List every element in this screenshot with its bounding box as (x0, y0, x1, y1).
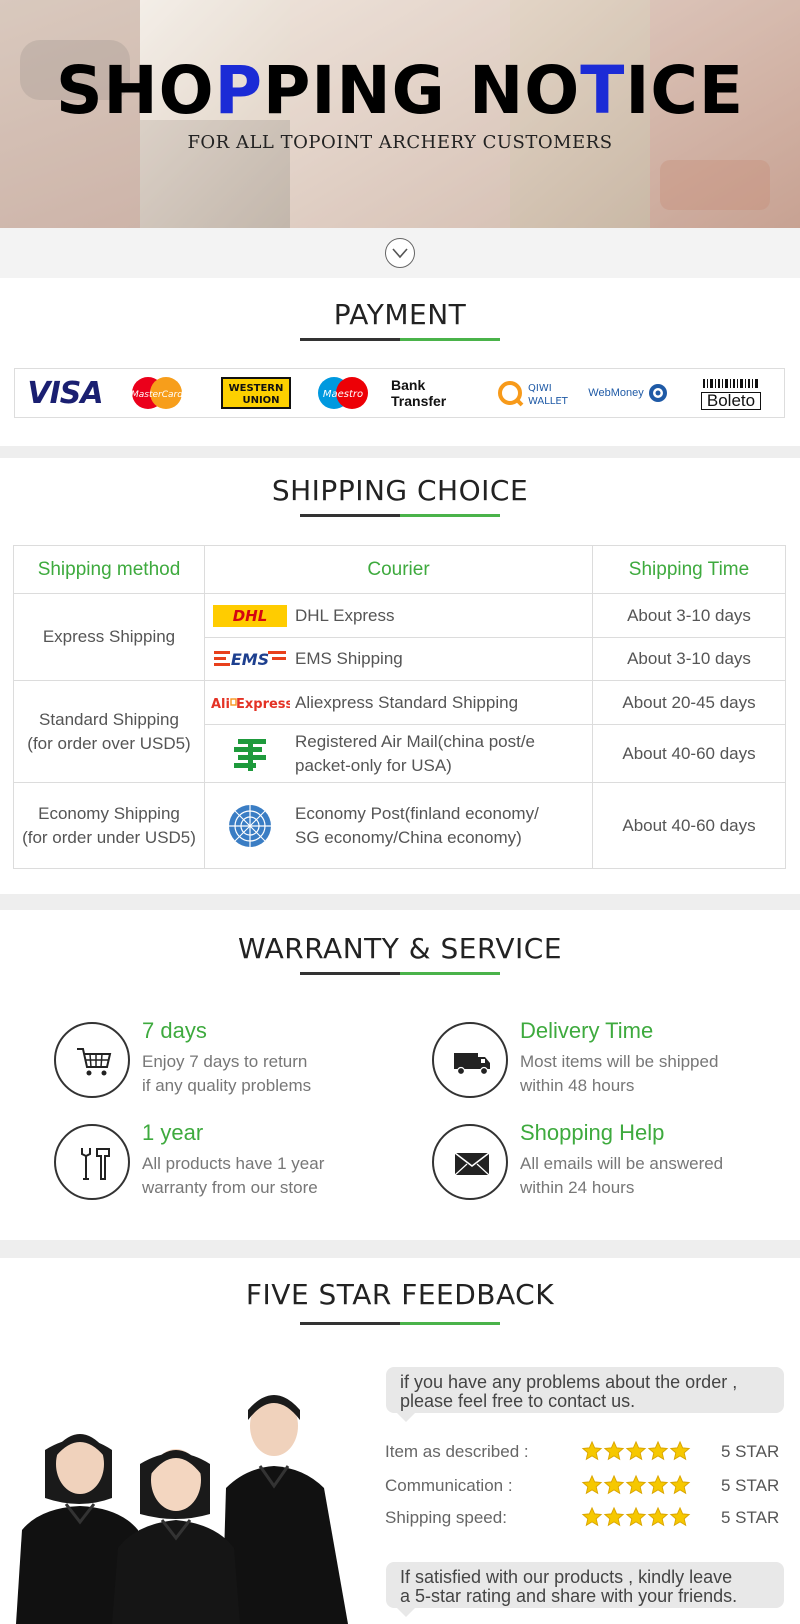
section-title: FIVE STAR FEEDBACK (245, 1278, 555, 1311)
un-globe-logo (205, 803, 295, 849)
svg-text:Express: Express (236, 697, 290, 712)
svg-text:Ali: Ali (211, 697, 230, 712)
courier-cell: Ali Express Aliexpress Standard Shipping (204, 680, 593, 725)
shipping-time: About 3-10 days (592, 637, 786, 681)
title-rule (300, 1322, 500, 1325)
shipping-method: Standard Shipping (for order over USD5) (13, 680, 205, 783)
envelope-icon (432, 1124, 508, 1200)
star-icon (581, 1474, 603, 1495)
star-icon (625, 1474, 647, 1495)
shipping-time: About 40-60 days (592, 724, 786, 783)
star-icon (647, 1474, 669, 1495)
chevron-strip (0, 228, 800, 278)
chevron-down-icon[interactable] (385, 238, 415, 268)
svg-text:Maestro: Maestro (323, 389, 363, 400)
star-icon (603, 1474, 625, 1495)
courier-cell: Registered Air Mail(china post/e packet-o… (204, 724, 593, 783)
star-icon (625, 1440, 647, 1461)
contact-speech-bubble: if you have any problems about the order… (386, 1367, 784, 1422)
title-rule (300, 972, 500, 975)
cart-icon (54, 1022, 130, 1098)
banner: SHOPPING NOTICE FOR ALL TOPOINT ARCHERY … (0, 0, 800, 228)
rating-request-bubble: If satisfied with our products , kindly … (386, 1562, 784, 1617)
maestro-logo: Maestro (313, 369, 373, 417)
section-divider (0, 1240, 800, 1258)
warranty-heading: Delivery Time (520, 1018, 654, 1043)
warranty-heading: 7 days (142, 1018, 207, 1043)
mastercard-logo: MasterCard (127, 369, 187, 417)
china-post-logo (205, 735, 295, 773)
star-icon (669, 1440, 691, 1461)
svg-text:MasterCard: MasterCard (131, 390, 183, 400)
bank-transfer-logo: Bank Transfer (391, 377, 447, 409)
boleto-logo: Boleto (695, 369, 767, 417)
table-row: Standard Shipping (for order over USD5) A… (13, 680, 786, 783)
svg-text:WESTERN: WESTERN (229, 383, 284, 394)
section-divider (0, 446, 800, 458)
customer-service-team-photo (16, 1395, 348, 1624)
payment-section: PAYMENT (0, 278, 800, 446)
courier-cell: Economy Post(finland economy/SG economy/… (204, 782, 593, 869)
warranty-heading: Shopping Help (520, 1120, 665, 1145)
aliexpress-logo: Ali Express (205, 693, 295, 713)
truck-icon (432, 1022, 508, 1098)
shipping-time: About 3-10 days (592, 593, 786, 638)
warranty-heading: 1 year (142, 1120, 204, 1145)
title-rule (300, 514, 500, 517)
courier-cell: DHL DHL Express (204, 593, 593, 638)
svg-text:DHL: DHL (233, 607, 268, 625)
rating-row: Communication : 5 STAR (385, 1474, 785, 1500)
rating-row: Shipping speed: 5 STAR (385, 1506, 785, 1532)
warranty-text: Enjoy 7 days to return if any quality pro… (142, 1052, 312, 1095)
shipping-time: About 20-45 days (592, 680, 786, 725)
visa-logo: VISA (27, 375, 103, 411)
svg-text:QIWI: QIWI (528, 383, 552, 394)
shipping-method: Economy Shipping (for order under USD5) (13, 782, 205, 869)
banner-title: SHOPPING NOTICE (55, 52, 744, 129)
rating-row: Item as described : 5 STAR (385, 1440, 785, 1466)
svg-text:WALLET: WALLET (528, 396, 569, 407)
star-rating (581, 1474, 691, 1498)
column-header: Courier (204, 545, 593, 594)
webmoney-logo: WebMoney (583, 369, 673, 417)
dhl-logo: DHL (205, 604, 295, 627)
svg-text:EMS: EMS (231, 650, 269, 669)
payment-logos: VISA MasterCard WESTERN UNION Maestro Ba… (14, 368, 785, 418)
star-icon (647, 1440, 669, 1461)
star-icon (669, 1506, 691, 1527)
star-icon (669, 1474, 691, 1495)
warranty-text: All emails will be answered within 24 hou… (520, 1154, 724, 1197)
warranty-text: Most items will be shipped within 48 hour… (520, 1052, 719, 1095)
shipping-table: Shipping method Courier Shipping Time Ex… (13, 545, 786, 869)
svg-text:UNION: UNION (242, 395, 279, 406)
courier-cell: EMS EMS Shipping (204, 637, 593, 681)
column-header: Shipping Time (592, 545, 786, 594)
section-title: PAYMENT (333, 298, 467, 331)
star-icon (581, 1440, 603, 1461)
shipping-time: About 40-60 days (592, 782, 786, 869)
star-icon (603, 1440, 625, 1461)
column-header: Shipping method (13, 545, 205, 594)
table-row: Express Shipping DHL DHL Express About 3… (13, 593, 786, 681)
section-title: WARRANTY & SERVICE (237, 932, 563, 965)
section-title: SHIPPING CHOICE (271, 474, 529, 507)
star-rating (581, 1506, 691, 1530)
ems-logo: EMS (205, 648, 295, 670)
star-icon (625, 1506, 647, 1527)
star-icon (581, 1506, 603, 1527)
star-icon (647, 1506, 669, 1527)
title-rule (300, 338, 500, 341)
star-rating (581, 1440, 691, 1464)
western-union-logo: WESTERN UNION (220, 369, 292, 417)
tools-icon (54, 1124, 130, 1200)
section-divider (0, 894, 800, 910)
banner-subtitle: FOR ALL TOPOINT ARCHERY CUSTOMERS (187, 132, 613, 153)
star-icon (603, 1506, 625, 1527)
qiwi-logo: QIWI WALLET (495, 369, 575, 417)
table-row: Economy Shipping (for order under USD5) E… (13, 782, 786, 869)
shipping-method: Express Shipping (13, 593, 205, 681)
warranty-text: All products have 1 year warranty from ou… (142, 1154, 325, 1197)
